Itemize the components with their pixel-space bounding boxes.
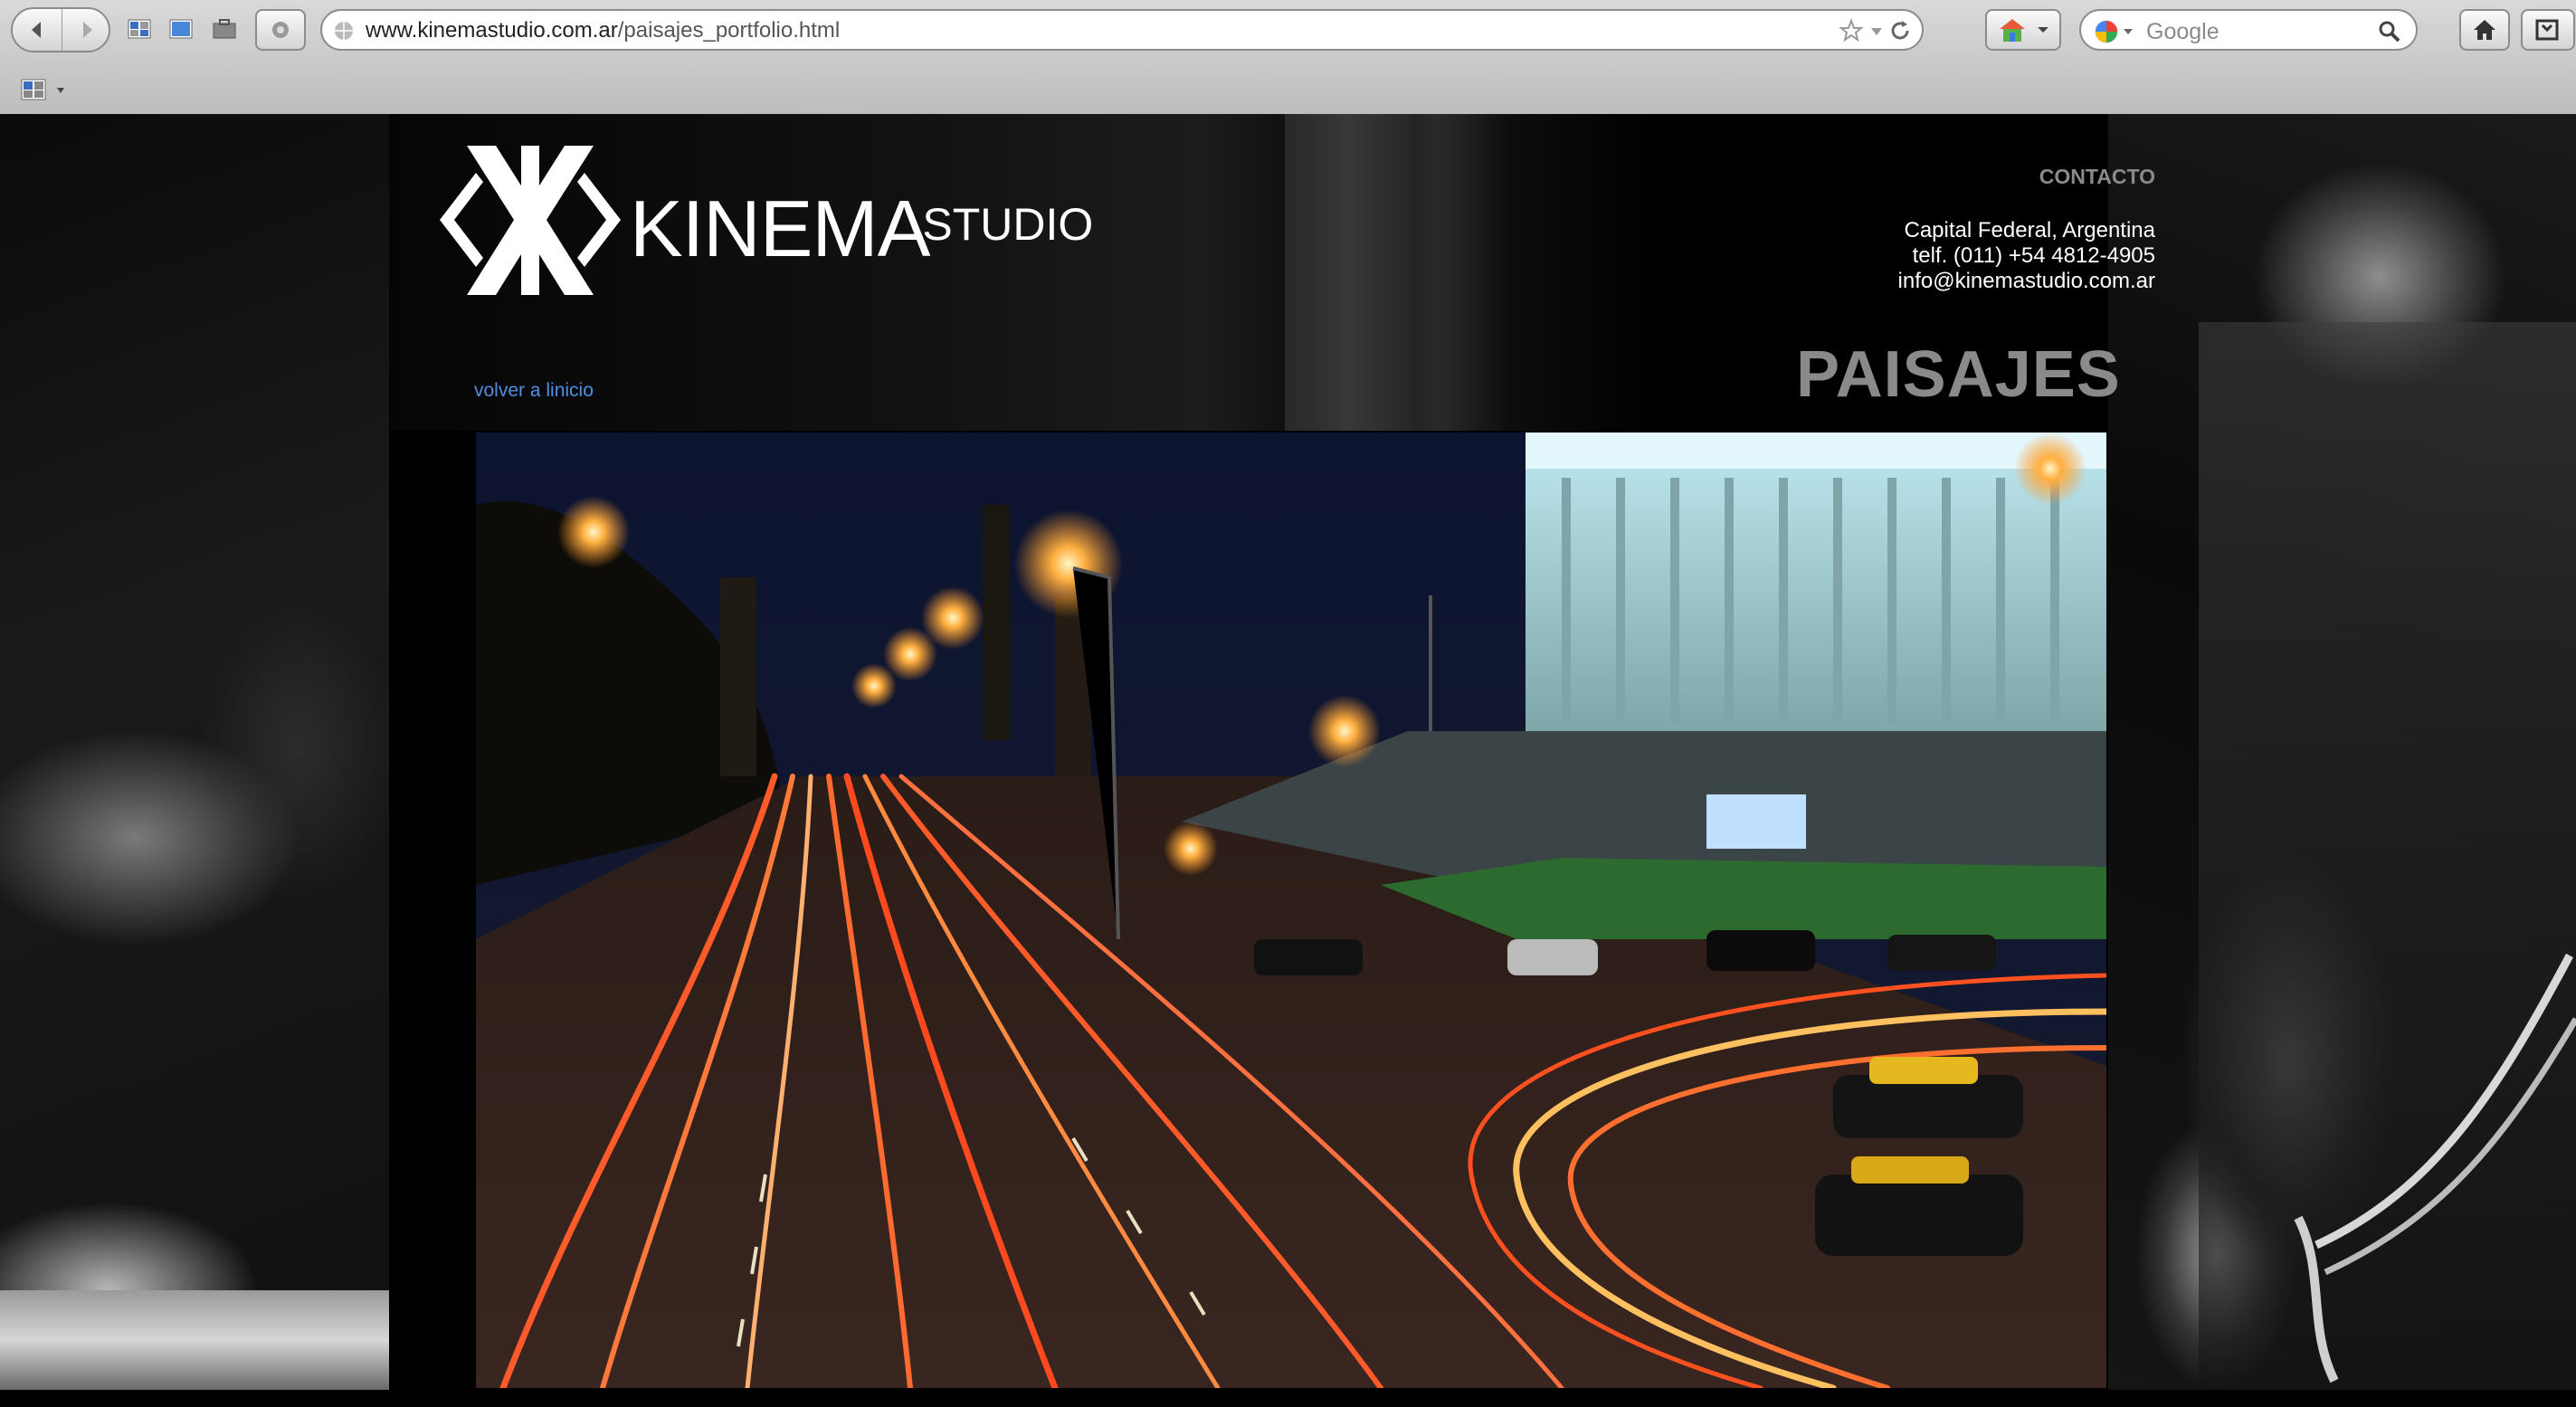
background-top-pillar — [1285, 114, 1412, 431]
site-logo[interactable]: KINEMASTUDIO — [440, 146, 1093, 299]
google-icon — [2095, 20, 2118, 43]
page-bottom-bar — [0, 1390, 2576, 1407]
back-arrow-icon — [32, 22, 41, 38]
tab-groups-dropdown-icon[interactable] — [56, 87, 65, 94]
url-path: /paisajes_portfolio.html — [617, 18, 841, 43]
search-bar[interactable]: Google — [2079, 9, 2418, 51]
browser-toolbar: www.kinemastudio.com.ar/paisajes_portfol… — [0, 0, 2576, 60]
tab-groups-icon[interactable] — [20, 76, 47, 103]
extension-button[interactable] — [255, 9, 306, 51]
nav-buttons — [11, 7, 110, 52]
search-placeholder: Google — [2146, 19, 2220, 44]
home-menu-button[interactable] — [1985, 9, 2061, 51]
bookmark-star-icon[interactable] — [1839, 18, 1864, 43]
bookmarks-menu-button[interactable] — [2521, 9, 2575, 51]
globe-icon — [335, 22, 353, 40]
browser-chrome: www.kinemastudio.com.ar/paisajes_portfol… — [0, 0, 2576, 116]
home-button[interactable] — [2459, 9, 2510, 51]
contact-heading[interactable]: CONTACTO — [1898, 165, 2155, 189]
dropdown-arrow-icon — [2038, 27, 2048, 33]
background-left-stone — [0, 114, 389, 1390]
contact-block: CONTACTO Capital Federal, Argentina telf… — [1898, 165, 2155, 294]
url-text: www.kinemastudio.com.ar/paisajes_portfol… — [366, 18, 840, 43]
kinema-k-mark-icon — [440, 146, 621, 295]
grid-view-icon[interactable] — [125, 14, 154, 43]
address-bar[interactable]: www.kinemastudio.com.ar/paisajes_portfol… — [320, 9, 1924, 51]
search-icon[interactable] — [2378, 20, 2401, 43]
background-rope — [2294, 953, 2576, 1383]
home-icon — [2474, 20, 2495, 40]
web-page: KINEMASTUDIO CONTACTO Capital Federal, A… — [0, 114, 2576, 1407]
back-button[interactable] — [13, 9, 62, 51]
logo-suffix-text: STUDIO — [922, 199, 1094, 250]
reload-icon[interactable] — [1887, 18, 1913, 43]
briefcase-icon[interactable] — [210, 14, 239, 43]
logo-main-text: KINEMA — [630, 184, 930, 273]
portfolio-photo[interactable] — [476, 433, 2106, 1388]
contact-email[interactable]: info@kinemastudio.com.ar — [1898, 269, 2155, 294]
forward-button[interactable] — [62, 9, 111, 51]
contact-address: Capital Federal, Argentina — [1904, 218, 2156, 242]
back-to-home-link[interactable]: volver a linicio — [474, 380, 594, 402]
colorful-home-icon — [2000, 19, 2025, 42]
night-avenue-photo — [476, 433, 2106, 1388]
bookmarks-bar — [0, 63, 2576, 114]
sidebar-icon[interactable] — [166, 14, 195, 43]
history-dropdown-icon[interactable] — [1869, 25, 1884, 38]
url-host: www.kinemastudio.com.ar — [366, 18, 618, 43]
puzzle-icon — [272, 22, 289, 38]
forward-arrow-icon — [83, 22, 92, 38]
engine-dropdown-icon — [2124, 29, 2133, 34]
bookmarks-icon — [2535, 19, 2559, 41]
contact-phone: telf. (011) +54 4812-4905 — [1912, 243, 2155, 268]
background-left-ledge — [0, 1290, 389, 1390]
logo-wordmark: KINEMASTUDIO — [630, 189, 1093, 269]
section-title: PAISAJES — [1796, 338, 2121, 411]
